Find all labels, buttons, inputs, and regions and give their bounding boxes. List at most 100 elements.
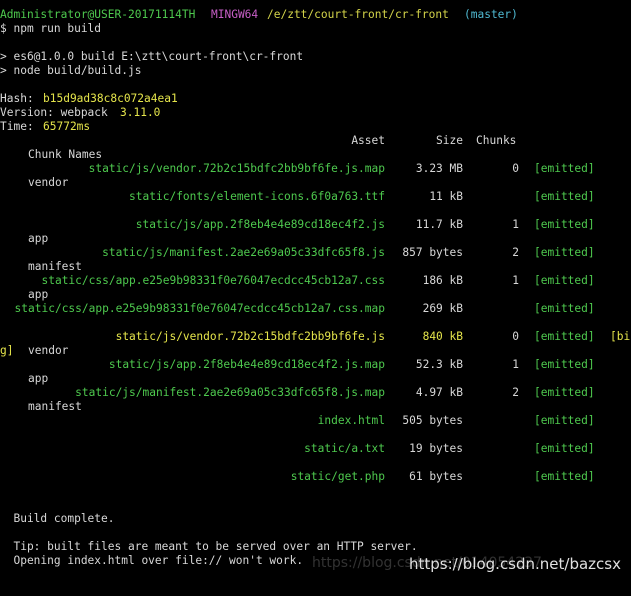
asset-name: static/fonts/element-icons.6f0a763.ttf xyxy=(129,190,385,203)
terminal-window[interactable]: Administrator@USER-20171114TH MINGW64 /e… xyxy=(0,0,631,581)
watermark: https://blog.csdn.net/bazcsx xyxy=(409,555,621,573)
asset-name: static/a.txt xyxy=(304,442,385,455)
asset-status: [emitted] xyxy=(534,414,595,427)
time-value: 65772ms xyxy=(43,120,91,133)
asset-row: static/fonts/element-icons.6f0a763.ttf 11… xyxy=(0,190,631,204)
script-text: > node build/build.js xyxy=(0,64,142,77)
header-chunks: Chunks xyxy=(476,134,517,147)
asset-chunk: 1 xyxy=(512,218,519,231)
prompt-branch: (master) xyxy=(464,8,518,21)
asset-row: static/js/app.2f8eb4e4e89cd18ec4f2.js.ma… xyxy=(0,358,631,372)
asset-size: 840 kB xyxy=(422,330,463,343)
asset-size: 11 kB xyxy=(429,190,463,203)
asset-row: static/js/app.2f8eb4e4e89cd18ec4f2.js 11.… xyxy=(0,218,631,232)
asset-row: static/js/manifest.2ae2e69a05c33dfc65f8.… xyxy=(0,386,631,400)
hash-value: b15d9ad38c8c072a4ea1 xyxy=(43,92,178,105)
asset-chunk-name-row: app xyxy=(0,232,631,246)
hash-label: Hash: xyxy=(0,92,41,105)
asset-status: [emitted] xyxy=(534,246,595,259)
asset-status: [emitted] xyxy=(534,330,595,343)
asset-name: index.html xyxy=(317,414,385,427)
asset-chunk-name: app xyxy=(28,232,49,245)
asset-size: 269 kB xyxy=(422,302,463,315)
prompt-shell: MINGW64 xyxy=(211,8,259,21)
asset-chunk: 2 xyxy=(512,246,519,259)
asset-size: 11.7 kB xyxy=(415,218,463,231)
asset-row: static/get.php 61 bytes [emitted] xyxy=(0,470,631,484)
asset-size: 4.97 kB xyxy=(415,386,463,399)
asset-name: static/js/vendor.72b2c15bdfc2bb9bf6fe.js xyxy=(115,330,385,343)
asset-size: 3.23 MB xyxy=(415,162,463,175)
asset-size: 857 bytes xyxy=(402,246,463,259)
asset-chunk: 1 xyxy=(512,358,519,371)
asset-row: static/css/app.e25e9b98331f0e76047ecdcc4… xyxy=(0,302,631,316)
asset-name: static/get.php xyxy=(290,470,385,483)
hash-line: Hash: b15d9ad38c8c072a4ea1 xyxy=(0,92,631,106)
prompt-user-host: Administrator@USER-20171114TH xyxy=(0,8,196,21)
prompt-path: /e/ztt/court-front/cr-front xyxy=(267,8,449,21)
asset-chunk: 0 xyxy=(512,162,519,175)
asset-name: static/css/app.e25e9b98331f0e76047ecdcc4… xyxy=(41,274,385,287)
asset-status: [emitted] xyxy=(534,386,595,399)
asset-chunk-name-row: app xyxy=(0,288,631,302)
tip-text: Tip: built files are meant to be served … xyxy=(0,540,418,553)
tip-line: Tip: built files are meant to be served … xyxy=(0,540,631,554)
asset-row: static/js/vendor.72b2c15bdfc2bb9bf6fe.js… xyxy=(0,162,631,176)
asset-chunk-name-row: manifest xyxy=(0,260,631,274)
asset-status: [emitted] xyxy=(534,358,595,371)
asset-chunk-name: app xyxy=(28,288,49,301)
asset-chunk-name: manifest xyxy=(28,260,82,273)
command-text: $ npm run build xyxy=(0,22,102,35)
asset-chunk-name-row: vendor xyxy=(0,176,631,190)
asset-status: [emitted] xyxy=(534,190,595,203)
asset-size: 61 bytes xyxy=(409,470,463,483)
script-line: > es6@1.0.0 build E:\ztt\court-front\cr-… xyxy=(0,50,631,64)
asset-status: [emitted] xyxy=(534,162,595,175)
script-text: > es6@1.0.0 build E:\ztt\court-front\cr-… xyxy=(0,50,304,63)
command-line: $ npm run build xyxy=(0,22,631,36)
asset-name: static/css/app.e25e9b98331f0e76047ecdcc4… xyxy=(14,302,385,315)
version-label: Version: webpack xyxy=(0,106,115,119)
asset-big-tag: [bi xyxy=(610,330,631,343)
asset-chunk-name-row: g] vendor xyxy=(0,344,631,358)
asset-status: [emitted] xyxy=(534,218,595,231)
asset-chunk-name: vendor xyxy=(28,344,69,357)
asset-chunk-name: vendor xyxy=(28,176,69,189)
asset-chunk: 0 xyxy=(512,330,519,343)
asset-chunk-name: app xyxy=(28,372,49,385)
asset-chunk-name-row: manifest xyxy=(0,400,631,414)
asset-name: static/js/app.2f8eb4e4e89cd18ec4f2.js xyxy=(135,218,385,231)
asset-chunk: 2 xyxy=(512,386,519,399)
asset-row: static/js/vendor.72b2c15bdfc2bb9bf6fe.js… xyxy=(0,330,631,344)
time-label: Time: xyxy=(0,120,41,133)
asset-name: static/js/manifest.2ae2e69a05c33dfc65f8.… xyxy=(75,386,385,399)
asset-status: [emitted] xyxy=(534,470,595,483)
version-line: Version: webpack 3.11.0 xyxy=(0,106,631,120)
asset-status: [emitted] xyxy=(534,442,595,455)
asset-chunk-name-row: app xyxy=(0,372,631,386)
asset-size: 505 bytes xyxy=(402,414,463,427)
asset-row: static/a.txt 19 bytes [emitted] xyxy=(0,442,631,456)
asset-name: static/js/manifest.2ae2e69a05c33dfc65f8.… xyxy=(102,246,385,259)
script-line: > node build/build.js xyxy=(0,64,631,78)
header-asset: Asset xyxy=(351,134,385,147)
asset-size: 19 bytes xyxy=(409,442,463,455)
asset-size: 52.3 kB xyxy=(415,358,463,371)
shell-prompt: Administrator@USER-20171114TH MINGW64 /e… xyxy=(0,8,631,22)
asset-row: index.html 505 bytes [emitted] xyxy=(0,414,631,428)
asset-big-tag-end: g] xyxy=(0,344,14,357)
tip-text: Opening index.html over file:// won't wo… xyxy=(0,554,304,567)
time-line: Time: 65772ms xyxy=(0,120,631,134)
asset-name: static/js/app.2f8eb4e4e89cd18ec4f2.js.ma… xyxy=(108,358,385,371)
table-header: Asset Size Chunks xyxy=(0,134,631,148)
asset-name: static/js/vendor.72b2c15bdfc2bb9bf6fe.js… xyxy=(88,162,385,175)
asset-chunk-name: manifest xyxy=(28,400,82,413)
build-complete-text: Build complete. xyxy=(0,512,115,525)
asset-size: 186 kB xyxy=(422,274,463,287)
version-value: 3.11.0 xyxy=(120,106,161,119)
header-size: Size xyxy=(436,134,463,147)
table-header-chunk-names: Chunk Names xyxy=(0,148,631,162)
header-chunk-names: Chunk Names xyxy=(28,148,103,161)
asset-status: [emitted] xyxy=(534,302,595,315)
asset-chunk: 1 xyxy=(512,274,519,287)
